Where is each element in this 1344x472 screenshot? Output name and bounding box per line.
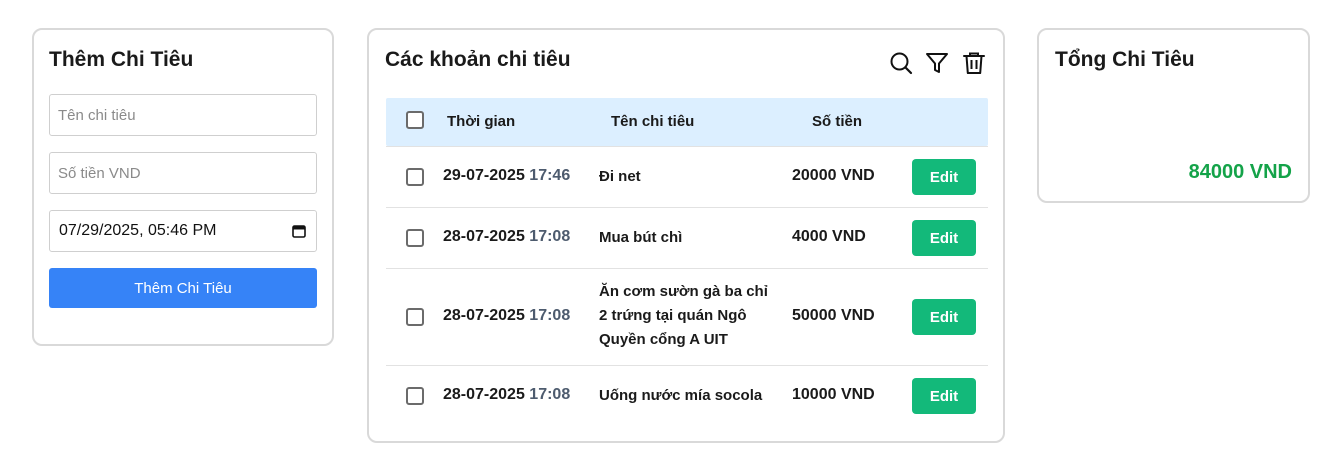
row-amount: 10000 VND	[792, 386, 875, 403]
row-name: Uống nước mía socola	[599, 387, 763, 404]
datetime-value: 07/29/2025, 05:46 PM	[59, 222, 217, 239]
header-time: Thời gian	[447, 113, 516, 130]
row-datetime: 29-07-2025 17:46	[443, 167, 570, 185]
header-name: Tên chi tiêu	[611, 113, 695, 130]
table-row: 28-07-2025 17:08 Mua bút chì 4000 VND Ed…	[386, 207, 988, 268]
add-expense-button[interactable]: Thêm Chi Tiêu	[49, 268, 317, 308]
table-row: 28-07-2025 17:08 Ăn cơm sườn gà ba chỉ 2…	[386, 268, 988, 365]
add-expense-card: Thêm Chi Tiêu 07/29/2025, 05:46 PM Thêm …	[32, 28, 334, 346]
row-name: Mua bút chì	[599, 229, 683, 246]
row-date: 28-07-2025	[443, 386, 525, 403]
expense-list-title: Các khoản chi tiêu	[385, 48, 571, 71]
total-expense-card: Tổng Chi Tiêu 84000 VND	[1037, 28, 1310, 203]
edit-button[interactable]: Edit	[912, 299, 976, 335]
row-amount: 50000 VND	[792, 307, 875, 324]
row-checkbox[interactable]	[406, 229, 424, 247]
row-amount: 4000 VND	[792, 228, 866, 245]
row-date: 28-07-2025	[443, 228, 525, 245]
edit-button[interactable]: Edit	[912, 378, 976, 414]
trash-icon[interactable]	[961, 50, 987, 76]
edit-button[interactable]: Edit	[912, 220, 976, 256]
add-expense-title: Thêm Chi Tiêu	[49, 48, 194, 71]
calendar-icon[interactable]	[291, 223, 307, 239]
expense-list-card: Các khoản chi tiêu Thời gian Tên chi tiê…	[367, 28, 1005, 443]
row-datetime: 28-07-2025 17:08	[443, 307, 570, 325]
row-checkbox[interactable]	[406, 387, 424, 405]
filter-icon[interactable]	[924, 50, 950, 76]
row-date: 29-07-2025	[443, 167, 525, 184]
row-name: Đi net	[599, 168, 641, 185]
row-datetime: 28-07-2025 17:08	[443, 386, 570, 404]
row-checkbox[interactable]	[406, 168, 424, 186]
total-expense-title: Tổng Chi Tiêu	[1055, 48, 1195, 71]
edit-button[interactable]: Edit	[912, 159, 976, 195]
row-date: 28-07-2025	[443, 307, 525, 324]
row-checkbox[interactable]	[406, 308, 424, 326]
search-icon[interactable]	[888, 50, 914, 76]
row-amount: 20000 VND	[792, 167, 875, 184]
expense-amount-input[interactable]	[49, 152, 317, 194]
row-name: Ăn cơm sườn gà ba chỉ 2 trứng tại quán N…	[599, 283, 768, 348]
select-all-checkbox[interactable]	[406, 111, 424, 129]
row-datetime: 28-07-2025 17:08	[443, 228, 570, 246]
row-time: 17:08	[529, 228, 571, 245]
table-row: 29-07-2025 17:46 Đi net 20000 VND Edit	[386, 146, 988, 207]
expense-datetime-input[interactable]: 07/29/2025, 05:46 PM	[49, 210, 317, 252]
table-row: 28-07-2025 17:08 Uống nước mía socola 10…	[386, 365, 988, 426]
table-header: Thời gian Tên chi tiêu Số tiền	[386, 98, 988, 146]
total-expense-value: 84000 VND	[1188, 161, 1292, 183]
row-time: 17:08	[529, 386, 571, 403]
expense-name-input[interactable]	[49, 94, 317, 136]
header-amount: Số tiền	[812, 113, 863, 130]
row-time: 17:08	[529, 307, 571, 324]
row-time: 17:46	[529, 167, 571, 184]
